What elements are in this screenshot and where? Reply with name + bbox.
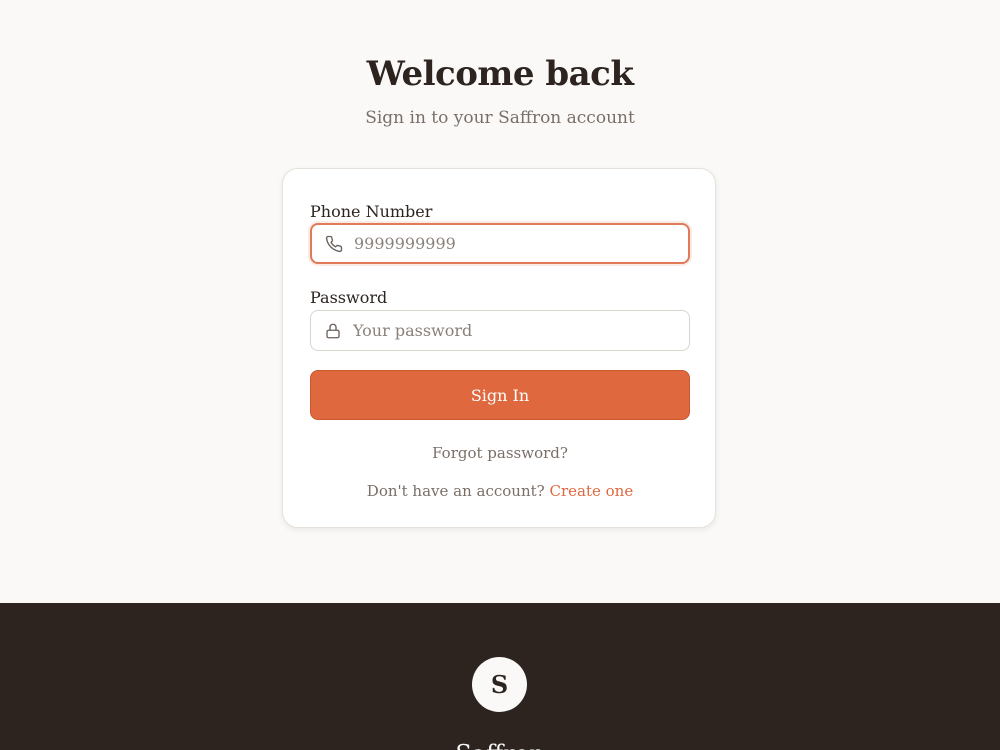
brand-name: Saffron [0,739,1000,750]
phone-icon [324,234,344,254]
lock-icon [323,321,343,341]
no-account-text: Don't have an account? [366,482,545,500]
create-account-link[interactable]: Create one [549,482,633,500]
password-input[interactable] [353,321,673,340]
phone-label: Phone Number [310,202,433,221]
login-card: Phone Number Password Sign In Forgot pas… [282,168,716,528]
forgot-password-link[interactable]: Forgot password? [283,443,717,463]
page-subtitle: Sign in to your Saffron account [365,108,635,128]
create-account-row: Don't have an account? Create one [283,481,717,501]
sign-in-button[interactable]: Sign In [310,370,690,420]
phone-field[interactable] [310,223,690,264]
password-label: Password [310,288,388,307]
page-title: Welcome back [366,54,634,94]
footer: S Saffron [0,603,1000,750]
phone-input[interactable] [354,234,674,253]
page-header: Welcome back Sign in to your Saffron acc… [0,52,1000,130]
brand-logo: S [472,657,527,712]
password-field[interactable] [310,310,690,351]
